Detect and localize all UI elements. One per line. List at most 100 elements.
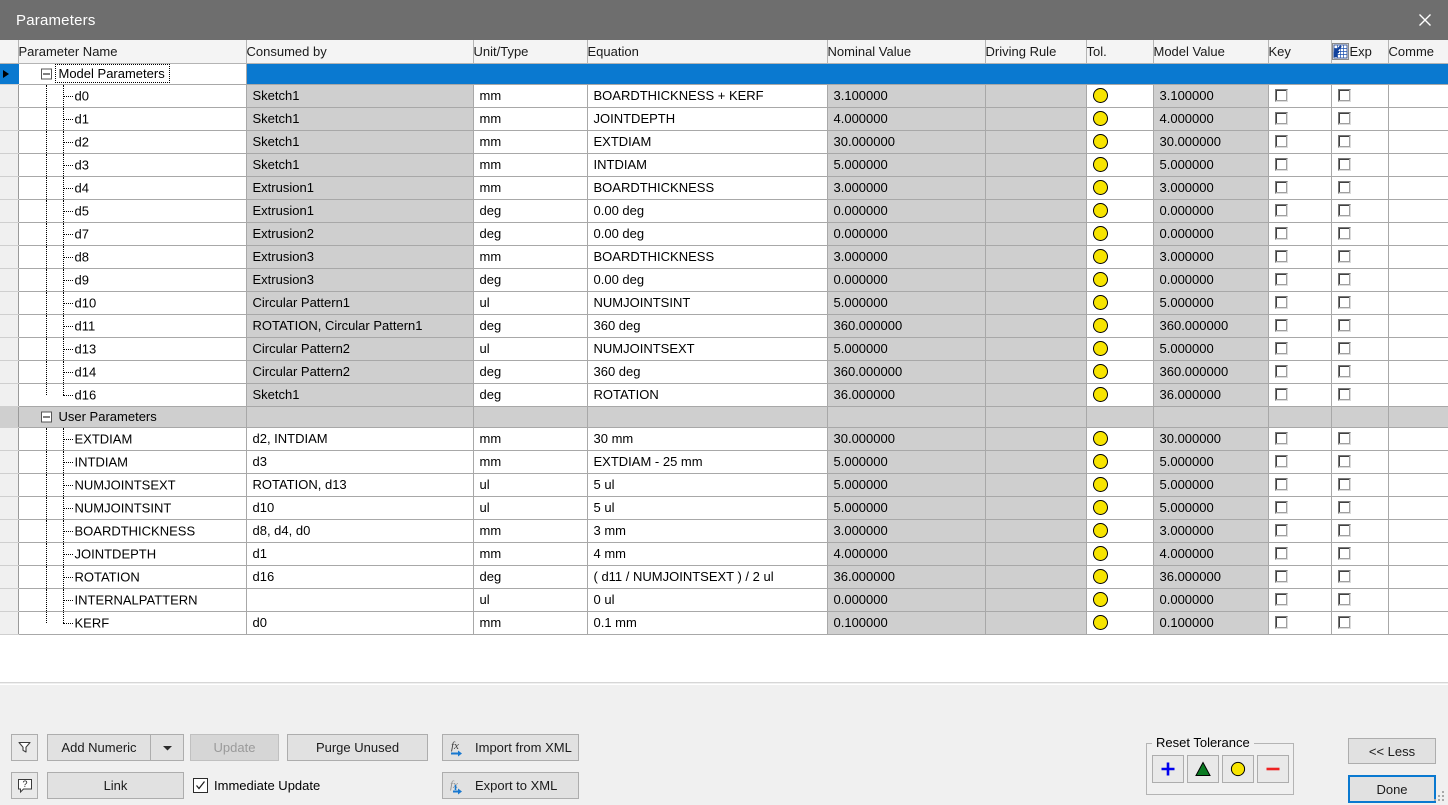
export-cell[interactable] <box>1331 496 1389 520</box>
parameter-name-cell[interactable]: d8 <box>18 245 247 269</box>
parameter-name-cell[interactable]: d0 <box>18 84 247 108</box>
tolerance-circle-icon[interactable] <box>1092 364 1108 379</box>
export-cell[interactable] <box>1331 519 1389 543</box>
tolerance-circle-icon[interactable] <box>1092 203 1108 218</box>
key-cell[interactable] <box>1268 84 1332 108</box>
key-cell[interactable] <box>1268 542 1332 566</box>
export-cell[interactable] <box>1331 107 1389 131</box>
row-gutter[interactable] <box>0 519 19 543</box>
driving-rule-cell[interactable] <box>985 450 1087 474</box>
unit-type-cell[interactable]: deg <box>473 268 588 292</box>
key-checkbox[interactable] <box>1274 616 1288 629</box>
row-gutter[interactable] <box>0 245 19 269</box>
export-checkbox[interactable] <box>1337 501 1351 514</box>
tolerance-circle-icon[interactable] <box>1092 523 1108 538</box>
unit-type-cell[interactable]: deg <box>473 199 588 223</box>
link-button[interactable]: Link <box>47 772 184 799</box>
tolerance-circle-icon[interactable] <box>1092 88 1108 103</box>
parameter-name-cell[interactable]: d9 <box>18 268 247 292</box>
column-header-equation[interactable]: Equation <box>587 40 828 64</box>
equation-cell[interactable]: 0.00 deg <box>587 222 828 246</box>
equation-cell[interactable]: NUMJOINTSINT <box>587 291 828 315</box>
consumed-by-cell[interactable]: Extrusion2 <box>246 222 474 246</box>
key-checkbox[interactable] <box>1274 227 1288 240</box>
column-header-model-value[interactable]: Model Value <box>1153 40 1269 64</box>
column-header-tolerance[interactable]: Tol. <box>1086 40 1154 64</box>
key-checkbox[interactable] <box>1274 296 1288 309</box>
key-cell[interactable] <box>1268 107 1332 131</box>
table-row[interactable]: NUMJOINTSINT d10 ul 5 ul 5.000000 5.000000 <box>0 496 1448 520</box>
comment-cell[interactable] <box>1388 130 1448 154</box>
export-checkbox[interactable] <box>1337 365 1351 378</box>
row-gutter[interactable] <box>0 176 19 200</box>
export-cell[interactable] <box>1331 565 1389 589</box>
export-checkbox[interactable] <box>1337 227 1351 240</box>
table-row[interactable]: d5 Extrusion1 deg 0.00 deg 0.000000 0.000000 <box>0 199 1448 223</box>
export-cell[interactable] <box>1331 588 1389 612</box>
consumed-by-cell[interactable]: d0 <box>246 611 474 635</box>
driving-rule-cell[interactable] <box>985 542 1087 566</box>
export-cell[interactable] <box>1331 268 1389 292</box>
row-gutter[interactable] <box>0 84 19 108</box>
tolerance-cell[interactable] <box>1086 199 1154 223</box>
key-checkbox[interactable] <box>1274 524 1288 537</box>
key-checkbox[interactable] <box>1274 319 1288 332</box>
row-gutter[interactable] <box>0 107 19 131</box>
key-cell[interactable] <box>1268 176 1332 200</box>
equation-cell[interactable]: 30 mm <box>587 427 828 451</box>
parameter-name-cell[interactable]: d7 <box>18 222 247 246</box>
key-cell[interactable] <box>1268 450 1332 474</box>
comment-cell[interactable] <box>1388 383 1448 407</box>
key-cell[interactable] <box>1268 153 1332 177</box>
tolerance-cell[interactable] <box>1086 473 1154 497</box>
export-checkbox[interactable] <box>1337 319 1351 332</box>
parameter-name-cell[interactable]: d5 <box>18 199 247 223</box>
table-row[interactable]: ROTATION d16 deg( d11 / NUMJOINTSEXT ) / 2… <box>0 565 1448 589</box>
comment-cell[interactable] <box>1388 542 1448 566</box>
unit-type-cell[interactable]: ul <box>473 473 588 497</box>
unit-type-cell[interactable]: deg <box>473 565 588 589</box>
tolerance-cell[interactable] <box>1086 427 1154 451</box>
row-gutter[interactable] <box>0 611 19 635</box>
reset-tolerance-circle-button[interactable] <box>1222 755 1254 783</box>
row-gutter[interactable] <box>0 406 19 428</box>
add-numeric-button[interactable]: Add Numeric <box>47 734 184 761</box>
consumed-by-cell[interactable]: d2, INTDIAM <box>246 427 474 451</box>
unit-type-cell[interactable]: ul <box>473 496 588 520</box>
tolerance-circle-icon[interactable] <box>1092 569 1108 584</box>
equation-cell[interactable]: ( d11 / NUMJOINTSEXT ) / 2 ul <box>587 565 828 589</box>
key-cell[interactable] <box>1268 268 1332 292</box>
tolerance-cell[interactable] <box>1086 84 1154 108</box>
tolerance-cell[interactable] <box>1086 245 1154 269</box>
row-gutter[interactable] <box>0 383 19 407</box>
tolerance-circle-icon[interactable] <box>1092 477 1108 492</box>
export-cell[interactable] <box>1331 427 1389 451</box>
export-cell[interactable] <box>1331 245 1389 269</box>
tolerance-circle-icon[interactable] <box>1092 134 1108 149</box>
comment-cell[interactable] <box>1388 291 1448 315</box>
export-checkbox[interactable] <box>1337 524 1351 537</box>
driving-rule-cell[interactable] <box>985 427 1087 451</box>
equation-cell[interactable]: 0.00 deg <box>587 268 828 292</box>
key-cell[interactable] <box>1268 496 1332 520</box>
tolerance-cell[interactable] <box>1086 450 1154 474</box>
parameter-name-cell[interactable]: d13 <box>18 337 247 361</box>
consumed-by-cell[interactable]: Circular Pattern2 <box>246 337 474 361</box>
consumed-by-cell[interactable]: Extrusion1 <box>246 199 474 223</box>
tolerance-circle-icon[interactable] <box>1092 272 1108 287</box>
column-header-parameter-name[interactable]: Parameter Name <box>18 40 247 64</box>
collapse-expander-icon[interactable] <box>40 411 52 422</box>
unit-type-cell[interactable]: ul <box>473 291 588 315</box>
comment-cell[interactable] <box>1388 245 1448 269</box>
comment-cell[interactable] <box>1388 337 1448 361</box>
group-name-cell[interactable]: Model Parameters <box>18 63 247 85</box>
tolerance-cell[interactable] <box>1086 496 1154 520</box>
less-button[interactable]: << Less <box>1348 738 1436 764</box>
table-row[interactable]: d9 Extrusion3 deg 0.00 deg 0.000000 0.000000 <box>0 268 1448 292</box>
row-gutter[interactable] <box>0 427 19 451</box>
consumed-by-cell[interactable]: d10 <box>246 496 474 520</box>
unit-type-cell[interactable]: mm <box>473 245 588 269</box>
tolerance-circle-icon[interactable] <box>1092 341 1108 356</box>
export-checkbox[interactable] <box>1337 250 1351 263</box>
unit-type-cell[interactable]: mm <box>473 542 588 566</box>
